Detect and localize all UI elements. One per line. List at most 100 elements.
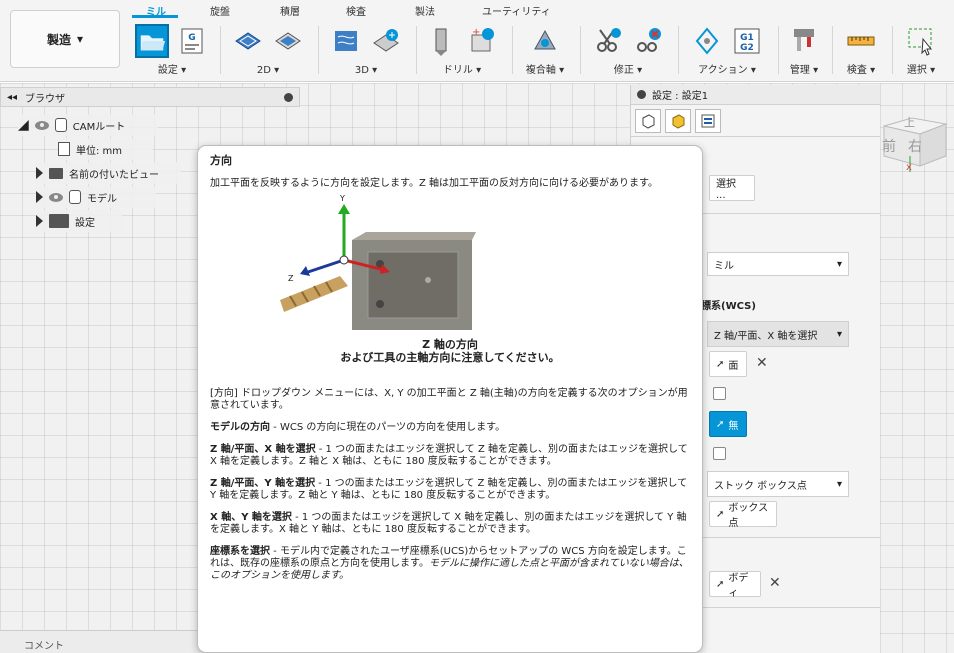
3d-adaptive-icon[interactable] — [329, 24, 363, 58]
workspace-switcher-button[interactable]: 製造 ▾ — [10, 10, 120, 68]
svg-text:+: + — [472, 27, 480, 38]
cut-toolpath-icon[interactable] — [591, 24, 625, 58]
modify-group-label[interactable]: 修正 ▾ — [584, 61, 672, 76]
dropdown-value: Z 軸/平面、X 軸を選択 — [714, 330, 818, 342]
actions-group-label[interactable]: アクション ▾ — [682, 61, 772, 76]
2d-pocket-icon[interactable] — [231, 24, 265, 58]
chevron-down-icon: ▾ — [76, 32, 84, 46]
measure-icon[interactable] — [844, 24, 878, 58]
visibility-eye-icon[interactable] — [49, 192, 63, 202]
svg-text:G1: G1 — [740, 33, 754, 43]
tab-additive[interactable]: 積層 — [280, 3, 300, 18]
simulate-icon[interactable] — [690, 24, 724, 58]
document-icon — [58, 142, 70, 156]
tree-row-units[interactable]: 単位: mm — [58, 138, 153, 160]
cursor-arrow-icon: ➚ — [716, 418, 725, 430]
inspect-group-label[interactable]: 検査 ▾ — [836, 61, 886, 76]
option-x-y: X 軸、Y 軸を選択 - 1 つの面またはエッジを選択して X 軸を定義し、別の… — [210, 512, 690, 536]
multi-axis-icon[interactable] — [528, 24, 562, 58]
collapse-double-arrow-icon[interactable]: ◂◂ — [7, 92, 17, 103]
chevron-down-icon: ▾ — [836, 258, 842, 270]
visibility-eye-icon[interactable] — [34, 120, 49, 130]
settings-tabs — [631, 105, 880, 137]
tree-label: CAMルート — [72, 121, 126, 133]
expand-arrow-icon[interactable] — [36, 167, 43, 179]
window-select-icon[interactable] — [904, 24, 938, 58]
multi-axis-group-label[interactable]: 複合軸 ▾ — [516, 61, 574, 76]
multi-axis-group: 複合軸 ▾ — [516, 22, 574, 80]
select-group-label[interactable]: 選択 ▾ — [896, 61, 946, 76]
x-axis-select-button[interactable]: ➚ 無 — [709, 411, 747, 437]
tab-post-process[interactable] — [695, 109, 721, 133]
option-title: Z 軸/平面、X 軸を選択 — [210, 444, 316, 455]
3d-pocket-icon[interactable] — [369, 24, 403, 58]
inspect-group: 検査 ▾ — [836, 22, 886, 80]
modify-group: 修正 ▾ — [584, 22, 672, 80]
orientation-dropdown[interactable]: Z 軸/平面、X 軸を選択 ▾ — [707, 321, 849, 347]
x-axis-marker: x — [906, 162, 912, 173]
tree-row-named-views[interactable]: 名前の付いたビュー — [36, 162, 181, 184]
nc-program-icon[interactable]: G — [175, 24, 209, 58]
tree-row-setup[interactable]: 設定 — [36, 210, 122, 232]
expand-arrow-icon[interactable] — [36, 215, 43, 227]
minimize-icon[interactable] — [637, 90, 646, 99]
clear-selection-icon[interactable]: ✕ — [769, 575, 781, 591]
tab-inspect[interactable]: 検査 — [346, 3, 366, 18]
operation-type-dropdown[interactable]: ミル ▾ — [707, 252, 849, 276]
comment-bar[interactable]: コメント — [0, 630, 200, 653]
tree-row-cam-root[interactable]: ◢ CAMルート — [18, 114, 158, 136]
box-point-button[interactable]: ➚ ボックス点 — [709, 501, 777, 529]
flip-z-checkbox[interactable] — [713, 387, 726, 400]
three-d-group-label[interactable]: 3D ▾ — [322, 65, 410, 76]
drill-group-label[interactable]: ドリル ▾ — [420, 61, 504, 76]
expand-open-icon[interactable]: ◢ — [18, 117, 29, 133]
tab-mill[interactable]: ミル — [146, 3, 166, 18]
dropdown-description: [方向] ドロップダウン メニューには、X, Y の加工平面と Z 軸(主軸)の… — [210, 388, 688, 411]
orientation-illustration: Y Z — [280, 194, 480, 330]
setup-group-label[interactable]: 設定 ▾ — [128, 61, 216, 76]
separator — [318, 26, 319, 74]
select-button[interactable]: 選択 ... — [709, 175, 755, 201]
browser-title: ブラウザ — [25, 93, 66, 105]
tab-stock[interactable] — [665, 109, 691, 133]
hole-recognition-icon[interactable]: + — [465, 24, 499, 58]
manage-group-label[interactable]: 管理 ▾ — [782, 61, 826, 76]
viewcube-right-face[interactable]: 右 — [908, 136, 922, 156]
separator — [416, 26, 417, 74]
body-select-button[interactable]: ➚ ボディ — [709, 571, 761, 599]
toolbar-ribbon: 製造 ▾ ミル 旋盤 積層 検査 製法 ユーティリティ G 設定 ▾ 2D ▾ — [0, 0, 954, 82]
delete-toolpath-icon[interactable] — [631, 24, 665, 58]
option-title: Z 軸/平面、Y 軸を選択 — [210, 478, 316, 489]
browser-header: ◂◂ ブラウザ — [0, 87, 300, 107]
actions-group: G1 G2 アクション ▾ — [682, 22, 772, 80]
tree-label: 設定 — [75, 217, 95, 229]
face-select-button[interactable]: ➚ 面 — [709, 351, 747, 377]
settings-header: 設定 : 設定1 — [631, 85, 880, 105]
expand-arrow-icon[interactable] — [36, 191, 43, 203]
viewcube[interactable]: 上 前 右 x — [880, 112, 950, 173]
tree-row-model[interactable]: モデル — [36, 186, 156, 208]
origin-dropdown[interactable]: ストック ボックス点 ▾ — [707, 471, 849, 497]
setup-folder-icon[interactable] — [135, 24, 169, 58]
viewcube-top-face[interactable]: 上 — [904, 114, 915, 130]
tab-utilities[interactable]: ユーティリティ — [482, 3, 551, 18]
clear-selection-icon[interactable]: ✕ — [756, 355, 768, 371]
separator — [220, 26, 221, 74]
button-label: ボディ — [728, 573, 749, 599]
cursor-arrow-icon: ➚ — [716, 578, 725, 590]
tool-library-icon[interactable] — [787, 24, 821, 58]
2d-contour-icon[interactable] — [271, 24, 305, 58]
viewcube-front-face[interactable]: 前 — [882, 136, 896, 156]
tab-turning[interactable]: 旋盤 — [210, 3, 230, 18]
option-coordinate-system: 座標系を選択 - モデル内で定義されたユーザ座標系(UCS)からセットアップの … — [210, 546, 690, 582]
two-d-group: 2D ▾ — [224, 22, 312, 80]
two-d-group-label[interactable]: 2D ▾ — [224, 65, 312, 76]
select-group: 選択 ▾ — [896, 22, 946, 80]
flip-x-checkbox[interactable] — [713, 447, 726, 460]
post-process-icon[interactable]: G1 G2 — [730, 24, 764, 58]
separator — [678, 26, 679, 74]
minimize-icon[interactable] — [284, 92, 293, 102]
tab-fabrication[interactable]: 製法 — [415, 3, 435, 18]
drill-icon[interactable] — [425, 24, 459, 58]
tab-setup[interactable] — [635, 109, 661, 133]
